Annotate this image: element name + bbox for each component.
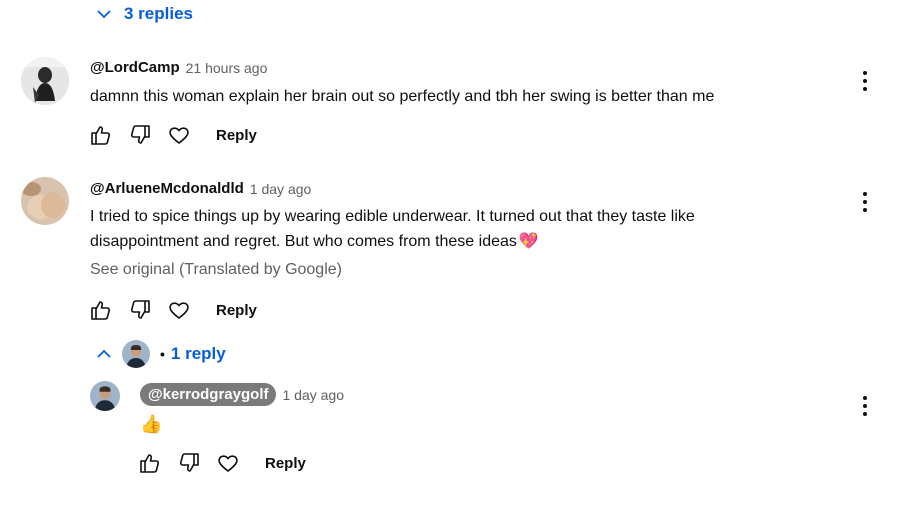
reply-button[interactable]: Reply [265, 455, 306, 472]
see-original-link[interactable]: See original (Translated by Google) [90, 261, 342, 279]
bullet-separator: • [160, 346, 165, 362]
thumb-up-icon[interactable] [88, 122, 114, 148]
sparkling-heart-emoji: 💖 [518, 233, 539, 250]
reply-header: @kerrodgraygolf 1 day ago [140, 383, 344, 406]
chevron-down-icon [97, 10, 111, 19]
thumb-down-icon[interactable] [127, 297, 153, 323]
thumb-up-icon[interactable] [137, 450, 163, 476]
view-replies-toggle[interactable]: 3 replies [96, 4, 193, 24]
thumb-down-icon[interactable] [127, 122, 153, 148]
comment-time[interactable]: 21 hours ago [186, 60, 268, 76]
hide-replies-toggle[interactable]: • 1 reply [96, 340, 226, 368]
kebab-menu-icon[interactable] [855, 192, 875, 214]
kebab-menu-icon[interactable] [855, 396, 875, 418]
comment-text: damnn this woman explain her brain out s… [90, 88, 715, 105]
kebab-menu-icon[interactable] [855, 71, 875, 93]
comment-time[interactable]: 1 day ago [250, 181, 312, 197]
avatar[interactable] [21, 177, 69, 225]
reply-button[interactable]: Reply [216, 127, 257, 144]
creator-avatar [122, 340, 150, 368]
reply-button[interactable]: Reply [216, 302, 257, 319]
thumbs-up-emoji: 👍 [140, 414, 163, 434]
thumb-up-icon[interactable] [88, 297, 114, 323]
avatar-image [90, 381, 120, 411]
heart-icon[interactable] [215, 450, 241, 476]
replies-count-label: 1 reply [170, 344, 226, 363]
creator-name-chip[interactable]: @kerrodgraygolf [140, 383, 277, 406]
heart-icon[interactable] [166, 297, 192, 323]
reply-actions: Reply [137, 450, 306, 476]
avatar[interactable] [21, 57, 69, 105]
author-name[interactable]: @LordCamp [90, 59, 180, 76]
avatar-image [21, 177, 69, 225]
view-replies-label: 3 replies [124, 4, 193, 23]
author-name[interactable]: @ArlueneMcdonaldld [90, 180, 244, 197]
comment-text-line-1: I tried to spice things up by wearing ed… [90, 208, 695, 225]
chevron-up-icon [97, 349, 111, 358]
thumb-down-icon[interactable] [176, 450, 202, 476]
comment-actions: Reply [88, 122, 257, 148]
heart-icon[interactable] [166, 122, 192, 148]
comment-actions: Reply [88, 297, 257, 323]
comment-text-line-2: disappointment and regret. But who comes… [90, 229, 539, 254]
comment-text: disappointment and regret. But who comes… [90, 233, 517, 250]
avatar[interactable] [90, 381, 120, 411]
comment-header: @LordCamp 21 hours ago [90, 59, 267, 76]
avatar-image [21, 57, 69, 105]
comment-header: @ArlueneMcdonaldld 1 day ago [90, 180, 311, 197]
reply-time[interactable]: 1 day ago [282, 387, 344, 403]
